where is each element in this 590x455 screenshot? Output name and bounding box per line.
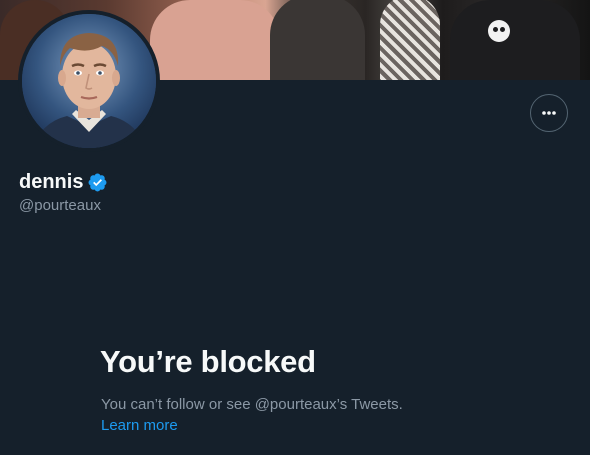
profile-avatar[interactable] <box>18 10 160 152</box>
more-horizontal-icon <box>542 111 556 115</box>
blocked-heading: You’re blocked <box>100 344 316 379</box>
more-options-button[interactable] <box>530 94 568 132</box>
learn-more-link[interactable]: Learn more <box>101 416 178 436</box>
banner-figure <box>270 0 365 80</box>
banner-panda-logo <box>488 20 510 42</box>
profile-display-name: dennis <box>19 171 84 193</box>
banner-figure <box>450 0 580 80</box>
verified-badge-icon[interactable] <box>87 172 108 193</box>
avatar-portrait-image <box>22 14 156 148</box>
banner-figure <box>150 0 280 80</box>
profile-handle: @pourteaux <box>19 197 101 214</box>
banner-figure <box>380 0 440 80</box>
blocked-description: You can’t follow or see @pourteaux’s Twe… <box>101 396 403 413</box>
profile-name-row: dennis <box>19 170 108 194</box>
